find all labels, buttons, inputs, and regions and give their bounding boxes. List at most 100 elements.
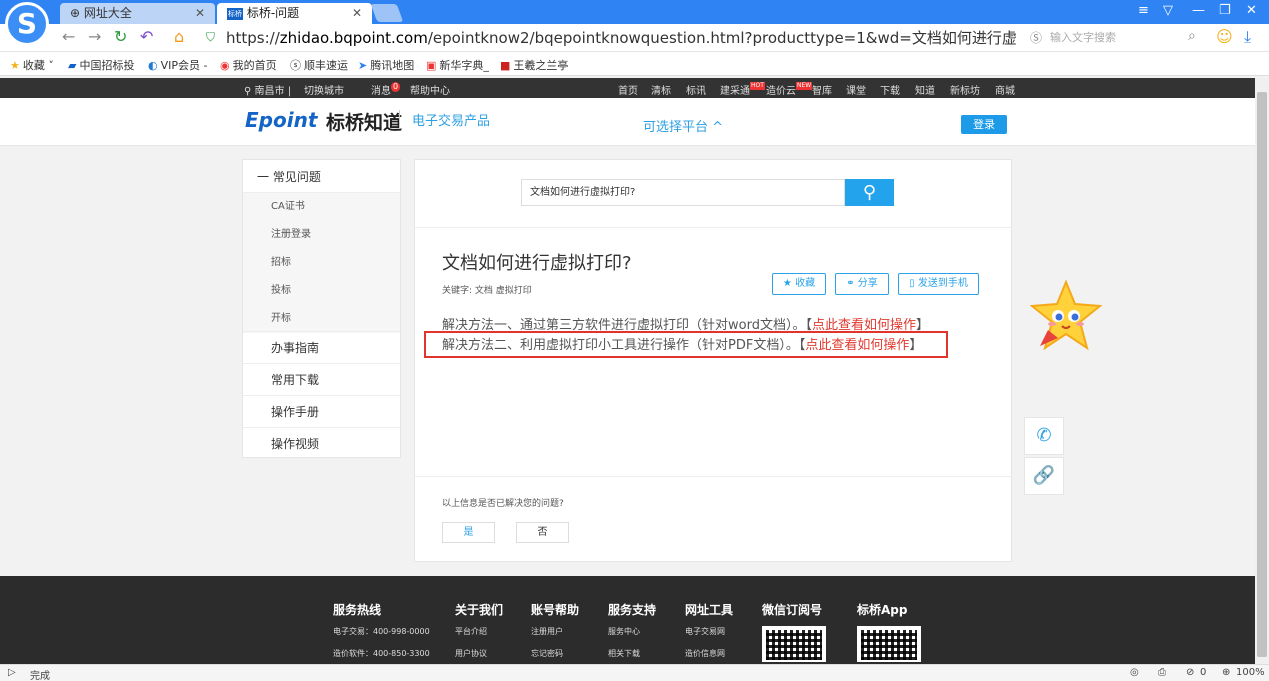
secure-shield-icon[interactable]: ⛉ bbox=[206, 30, 215, 45]
star-icon[interactable]: ☆ bbox=[978, 29, 990, 44]
brand-logo[interactable]: Epoint bbox=[245, 108, 317, 132]
city[interactable]: ⚲ 南昌市 | bbox=[244, 82, 291, 97]
weibo-icon: ◉ bbox=[220, 59, 230, 72]
sidebar-item-ca[interactable]: CA证书 bbox=[243, 193, 400, 221]
share-icon: ⚭ bbox=[846, 278, 855, 289]
tab-nav-directory[interactable]: ⊕ 网址大全 ✕ bbox=[60, 3, 215, 24]
sidebar-item-register[interactable]: 注册登录 bbox=[243, 221, 400, 249]
window-close-icon[interactable]: ✕ bbox=[1246, 3, 1257, 18]
footer-link[interactable]: 忘记密码 bbox=[531, 648, 579, 659]
footer-link[interactable]: 注册用户 bbox=[531, 626, 579, 637]
search-icon[interactable]: ⌕ bbox=[1188, 28, 1196, 44]
scrollbar-thumb[interactable] bbox=[1257, 92, 1267, 657]
ad-block-count: 0 bbox=[1200, 667, 1207, 678]
nav-link[interactable]: 下载 bbox=[880, 82, 900, 97]
sidebar-menu-downloads[interactable]: 常用下载 bbox=[243, 363, 400, 395]
keywords: 关键字: 文档 虚拟打印 bbox=[442, 286, 532, 296]
speaker-icon[interactable]: ◎ bbox=[1130, 667, 1139, 678]
sidebar-menu-guide[interactable]: 办事指南 bbox=[243, 331, 400, 363]
nav-link[interactable]: 清标 bbox=[651, 82, 671, 97]
bookmark-item[interactable]: ◐ VIP会员 - bbox=[148, 57, 207, 73]
nav-link[interactable]: 建采通HOT bbox=[720, 82, 765, 97]
footer-link[interactable]: 造价信息网 bbox=[685, 648, 733, 659]
link-button[interactable]: 🔗 bbox=[1024, 457, 1064, 495]
close-icon[interactable]: ✕ bbox=[352, 3, 362, 24]
message-link[interactable]: 消息 0 bbox=[371, 82, 401, 97]
sidebar-section-faq[interactable]: 一 常见问题 bbox=[243, 162, 400, 193]
footer-col-wechat: 微信订阅号 bbox=[762, 601, 826, 662]
footer-col-app: 标桥App bbox=[857, 601, 921, 662]
footer-link[interactable]: 服务中心 bbox=[608, 626, 656, 637]
skin-icon[interactable]: ▽ bbox=[1163, 3, 1173, 18]
sub-brand: 电子交易产品 bbox=[399, 110, 490, 129]
feedback-yes-button[interactable]: 是 bbox=[442, 522, 495, 543]
nav-link[interactable]: 新标坊 bbox=[950, 82, 980, 97]
bookmark-item[interactable]: ▣ 新华字典_ bbox=[426, 57, 489, 73]
download-icon[interactable]: ⤓ bbox=[1244, 27, 1251, 47]
highlight-box bbox=[424, 331, 948, 358]
search-engine-icon[interactable]: Ⓢ bbox=[1030, 29, 1042, 46]
maximize-icon[interactable]: ❐ bbox=[1219, 3, 1231, 18]
nav-link[interactable]: 课堂 bbox=[846, 82, 866, 97]
nav-link[interactable]: 商城 bbox=[995, 82, 1015, 97]
send-to-phone-button[interactable]: ▯ 发送到手机 bbox=[898, 273, 979, 295]
nav-link[interactable]: 标讯 bbox=[686, 82, 706, 97]
sidebar-menu-manual[interactable]: 操作手册 bbox=[243, 395, 400, 427]
tab-label: 标桥-问题 bbox=[246, 6, 300, 20]
print-icon[interactable]: ⎙ bbox=[1158, 667, 1166, 678]
sidebar-menu-video[interactable]: 操作视频 bbox=[243, 427, 400, 459]
footer-link[interactable]: 相关下载 bbox=[608, 648, 656, 659]
zoom-level[interactable]: 100% bbox=[1236, 667, 1265, 678]
sidebar: 一 常见问题 CA证书 注册登录 招标 投标 开标 办事指南 常用下载 操作手册… bbox=[242, 159, 401, 458]
undo-icon[interactable]: ↶ bbox=[140, 27, 153, 46]
bookmark-item[interactable]: ◉ 我的首页 bbox=[220, 57, 277, 73]
platform-selector[interactable]: 可选择平台 ^ bbox=[643, 116, 723, 135]
mascot-icon[interactable] bbox=[1030, 280, 1102, 352]
footer-link[interactable]: 电子交易网 bbox=[685, 626, 733, 637]
forward-icon[interactable]: → bbox=[88, 27, 101, 46]
feedback-no-button[interactable]: 否 bbox=[516, 522, 569, 543]
ad-block-icon[interactable]: ⊘ bbox=[1186, 667, 1194, 678]
tab-question[interactable]: 标桥 标桥-问题 ✕ bbox=[217, 3, 372, 24]
back-icon[interactable]: ← bbox=[62, 27, 75, 46]
zoom-icon[interactable]: ⊕ bbox=[1222, 667, 1230, 678]
sidebar-item-bid[interactable]: 投标 bbox=[243, 277, 400, 305]
bookmark-item[interactable]: ➤ 腾讯地图 bbox=[358, 57, 414, 73]
nav-link[interactable]: 首页 bbox=[618, 82, 638, 97]
bookmark-item[interactable]: ⓢ 顺丰速运 bbox=[290, 57, 348, 73]
browser-logo-icon[interactable]: S bbox=[5, 2, 49, 46]
minimize-icon[interactable]: — bbox=[1192, 3, 1205, 18]
sidebar-item-tender[interactable]: 招标 bbox=[243, 249, 400, 277]
footer-link[interactable]: 用户协议 bbox=[455, 648, 503, 659]
question-search-input[interactable]: 文档如何进行虚拟打印? bbox=[521, 179, 845, 206]
smile-icon[interactable]: ☺ bbox=[1216, 27, 1233, 46]
phone-contact-button[interactable]: ✆ bbox=[1024, 417, 1064, 455]
lightning-icon[interactable]: ϟ bbox=[958, 30, 966, 44]
home-icon[interactable]: ⌂ bbox=[174, 27, 184, 46]
status-text: 完成 bbox=[30, 671, 50, 681]
login-button[interactable]: 登录 bbox=[961, 115, 1007, 134]
bookmark-item[interactable]: ★ 收藏 ˅ bbox=[10, 57, 54, 73]
sidebar-item-open[interactable]: 开标 bbox=[243, 305, 400, 333]
play-icon[interactable]: ▷ bbox=[8, 667, 16, 678]
search-icon: ⚲ bbox=[862, 182, 877, 203]
bookmark-item[interactable]: ■ 王羲之兰亭 bbox=[500, 57, 568, 73]
collect-button[interactable]: ★ 收藏 bbox=[772, 273, 826, 295]
link-icon: 🔗 bbox=[1032, 465, 1056, 486]
bookmark-item[interactable]: ▰ 中国招标投 bbox=[68, 57, 134, 73]
footer-link[interactable]: 平台介绍 bbox=[455, 626, 503, 637]
browser-search-input[interactable]: 输入文字搜索 bbox=[1050, 27, 1230, 49]
switch-city-link[interactable]: 切换城市 bbox=[304, 82, 344, 97]
nav-link[interactable]: 知道 bbox=[915, 82, 935, 97]
menu-icon[interactable]: ≡ bbox=[1138, 3, 1149, 18]
search-button[interactable]: ⚲ bbox=[845, 179, 894, 206]
share-button[interactable]: ⚭ 分享 bbox=[835, 273, 889, 295]
phone-icon: ✆ bbox=[1036, 425, 1052, 446]
new-badge: NEW bbox=[796, 82, 813, 90]
help-center-link[interactable]: 帮助中心 bbox=[410, 82, 450, 97]
nav-link[interactable]: 造价云NEW bbox=[766, 82, 813, 97]
nav-link[interactable]: 智库 bbox=[812, 82, 832, 97]
url-input[interactable]: https://zhidao.bqpoint.com/epointknow2/b… bbox=[226, 27, 1016, 49]
close-icon[interactable]: ✕ bbox=[195, 3, 205, 24]
refresh-icon[interactable]: ↻ bbox=[114, 27, 127, 46]
